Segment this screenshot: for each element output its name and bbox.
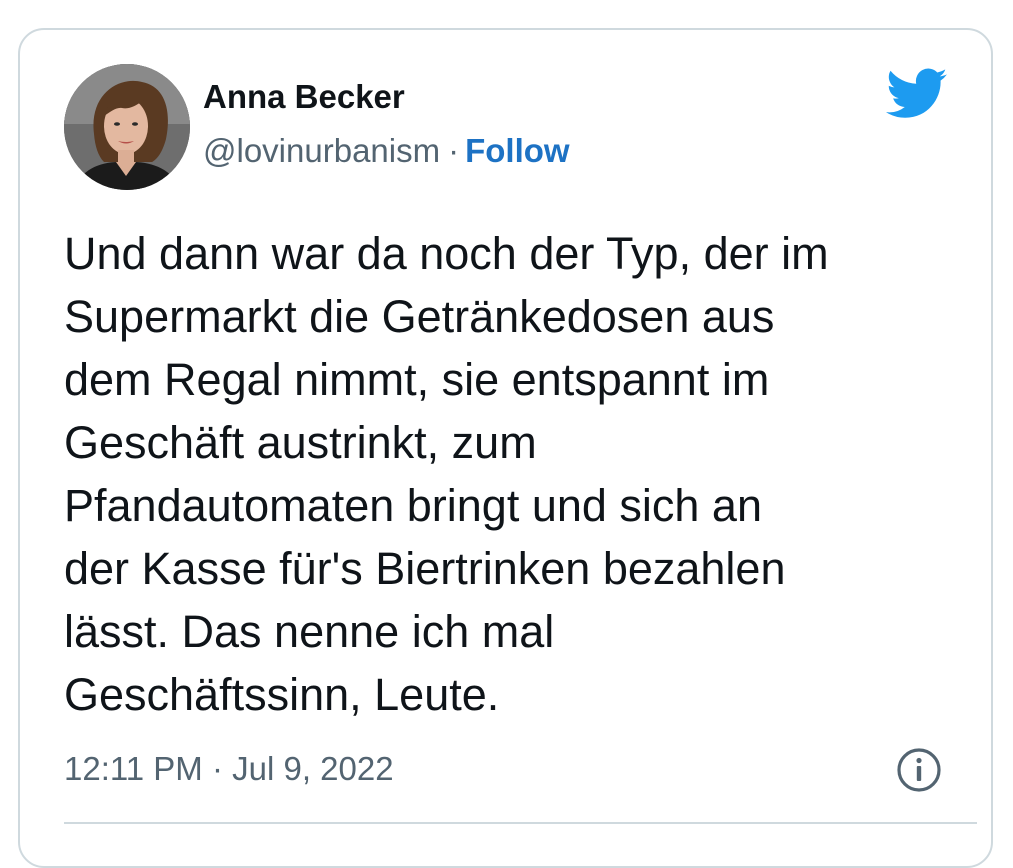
info-icon[interactable] [896,747,942,793]
avatar[interactable] [64,64,190,190]
author-display-name[interactable]: Anna Becker [203,77,405,117]
tweet-timestamp[interactable]: 12:11 PM · Jul 9, 2022 [64,748,394,790]
follow-button[interactable]: Follow [465,132,569,169]
twitter-bird-icon[interactable] [886,68,948,120]
avatar-photo [64,64,190,190]
separator-dot: · [448,132,460,169]
divider [64,822,977,824]
author-handle-row: @lovinurbanism · Follow [203,131,570,171]
author-handle[interactable]: @lovinurbanism [203,132,440,169]
tweet-text: Und dann war da noch der Typ, der im Sup… [64,228,829,720]
